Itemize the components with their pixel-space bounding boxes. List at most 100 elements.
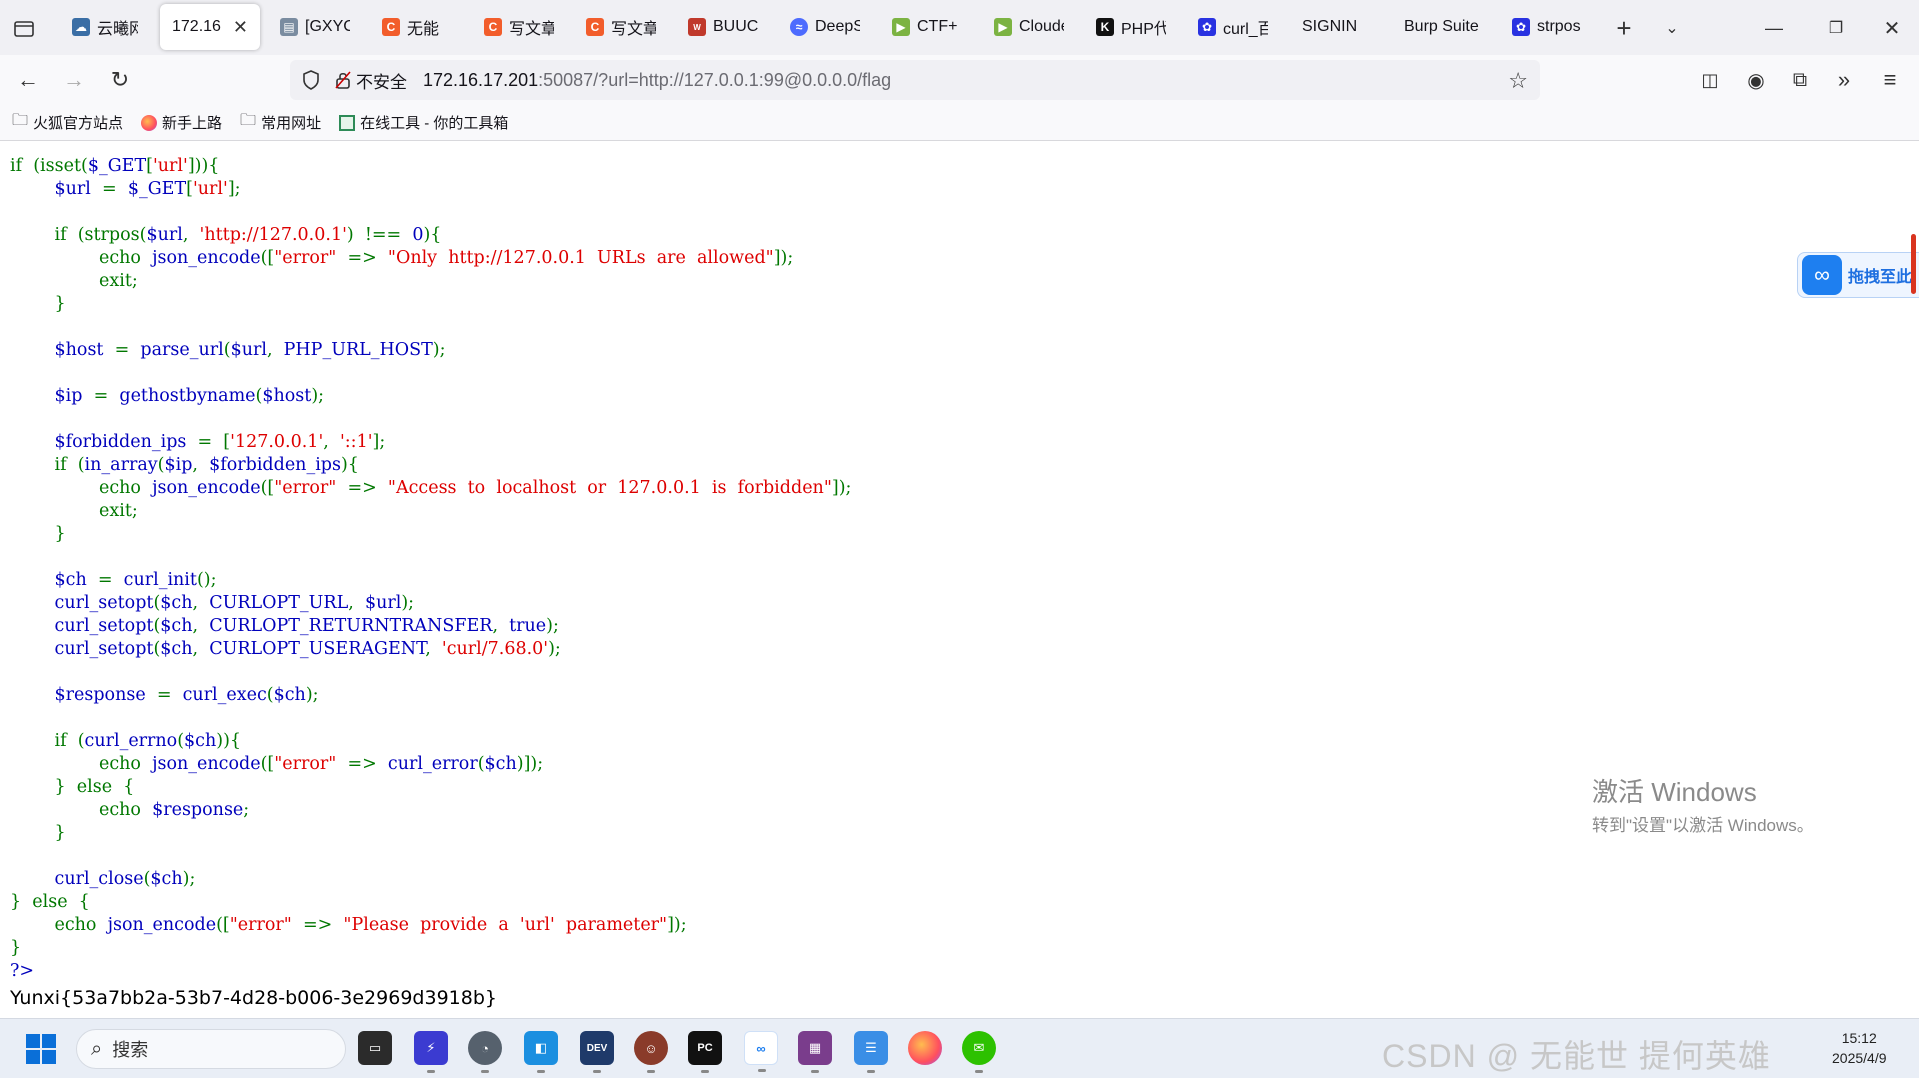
tab-label: SIGNIN	[1302, 18, 1358, 35]
bookmark-getting-started[interactable]: 新手上路	[141, 112, 222, 133]
code-line: echo json_encode(["error" => "Only http:…	[10, 247, 851, 270]
tab-list-button[interactable]	[8, 12, 40, 44]
code-token: $ch	[54, 570, 87, 590]
code-token: );	[432, 340, 446, 360]
restore-button[interactable]: ❐	[1818, 12, 1854, 44]
windows-start-button[interactable]	[26, 1034, 56, 1064]
notepad-app-icon[interactable]: ☰	[854, 1031, 888, 1073]
pocket-icon[interactable]: ◫	[1694, 64, 1726, 96]
code-token: ?>	[10, 961, 35, 981]
bookmark-firefox-official[interactable]: 🗀 火狐官方站点	[12, 109, 123, 136]
code-token: ([	[260, 754, 275, 774]
hamburger-menu-icon[interactable]: ≡	[1874, 64, 1906, 96]
minimize-button[interactable]: —	[1756, 12, 1792, 44]
powertoys-app-icon[interactable]: ◔	[468, 1031, 502, 1073]
explorer-app-icon[interactable]: ▭	[358, 1031, 392, 1065]
firefox-app-icon[interactable]	[908, 1031, 942, 1065]
code-token: $host	[54, 340, 104, 360]
tab-active[interactable]: 172.16.1 ✕	[160, 4, 260, 50]
tab-burp[interactable]: Burp Suite	[1392, 4, 1500, 50]
tab-csdn-2[interactable]: C 写文章	[472, 4, 566, 50]
avatar-app-icon[interactable]: ☺	[634, 1031, 668, 1073]
close-icon[interactable]: ✕	[233, 17, 248, 38]
url-text[interactable]: 172.16.17.201:50087/?url=http://127.0.0.…	[423, 70, 891, 91]
extensions-icon[interactable]: ⧉	[1784, 64, 1816, 96]
scrollbar-thumb[interactable]	[1911, 234, 1916, 294]
code-token: echo	[10, 478, 153, 498]
insecure-lock-icon[interactable]	[334, 70, 352, 90]
forward-button[interactable]: →	[58, 64, 90, 96]
baidu-widget-label: 拖拽至此	[1848, 269, 1913, 286]
tab-php[interactable]: K PHP代	[1084, 4, 1178, 50]
tab-curl-baidu[interactable]: ✿ curl_百	[1186, 4, 1280, 50]
bookmark-common-sites[interactable]: 🗀 常用网址	[240, 109, 321, 136]
insecure-label[interactable]: 不安全	[356, 68, 407, 93]
code-token: $url	[364, 593, 402, 613]
winrar-app-icon[interactable]: ▦	[798, 1031, 832, 1073]
bookmark-online-tools[interactable]: 在线工具 - 你的工具箱	[339, 112, 508, 133]
code-token: );	[548, 639, 561, 659]
code-token: =	[145, 685, 183, 705]
tab-csdn-3[interactable]: C 写文章	[574, 4, 668, 50]
new-tab-button[interactable]: +	[1608, 12, 1640, 44]
tab-strpos[interactable]: ✿ strpos	[1500, 4, 1594, 50]
tab-gxyctf[interactable]: ▤ [GXYC	[268, 4, 362, 50]
code-token: if (strpos(	[10, 225, 147, 245]
tab-label: DeepS	[815, 18, 860, 35]
code-token: $ch	[184, 731, 217, 751]
obs-app-icon[interactable]: ⚡	[414, 1031, 448, 1073]
taskbar-search[interactable]: ⌕ 搜索	[76, 1029, 346, 1069]
wechat-app-icon[interactable]: ✉	[962, 1031, 996, 1073]
tab-label: Cloude	[1019, 18, 1064, 35]
code-token: json_encode	[152, 248, 261, 268]
code-token: $host	[262, 386, 312, 406]
account-icon[interactable]: ◉	[1740, 64, 1772, 96]
code-line: $response = curl_exec($ch);	[10, 684, 851, 707]
devc-app-icon[interactable]: DEV	[580, 1031, 614, 1073]
chevron-down-icon[interactable]: ⌄	[1656, 12, 1688, 44]
code-token: =>	[336, 248, 388, 268]
baidu-paw-icon: ✿	[1198, 18, 1216, 36]
shield-icon[interactable]	[302, 70, 320, 90]
tab-csdn-1[interactable]: C 无能	[370, 4, 464, 50]
back-button[interactable]: ←	[12, 64, 44, 96]
tab-cloude[interactable]: ▶ Cloude	[982, 4, 1076, 50]
code-token: }	[10, 294, 66, 314]
close-window-button[interactable]: ✕	[1874, 12, 1910, 44]
code-token: ){	[423, 225, 442, 245]
code-token: 'url'	[192, 179, 228, 199]
pycharm-app-icon[interactable]: PC	[688, 1031, 722, 1073]
system-clock[interactable]: 15:12 2025/4/9	[1832, 1028, 1887, 1068]
code-token: ,	[348, 593, 365, 613]
baidu-netdisk-app-icon[interactable]: ∞	[744, 1031, 778, 1072]
code-line: $ip = gethostbyname($host);	[10, 385, 851, 408]
code-token: $_GET	[127, 179, 187, 199]
tab-buuctf[interactable]: W BUUCT	[676, 4, 770, 50]
code-line: }	[10, 293, 851, 316]
code-token: );	[401, 593, 415, 613]
activate-windows-watermark: 激活 Windows 转到"设置"以激活 Windows。	[1592, 772, 1814, 836]
tab-signin[interactable]: SIGNIN	[1290, 4, 1384, 50]
url-host: 172.16.17.201	[423, 69, 539, 90]
code-line: echo json_encode(["error" => "Access to …	[10, 477, 851, 500]
tab-label: 172.16.1	[172, 18, 222, 35]
tab-ctfplus[interactable]: ▶ CTF+ b	[880, 4, 974, 50]
reload-button[interactable]: ↻	[104, 64, 136, 96]
tab-deepseek[interactable]: ≈ DeepS	[778, 4, 872, 50]
tab-yunxi[interactable]: ☁ 云曦网	[60, 4, 150, 50]
vscode-app-icon[interactable]: ◧	[524, 1031, 558, 1073]
bookmark-star-icon[interactable]: ☆	[1508, 68, 1528, 94]
code-token: if (isset(	[10, 156, 88, 176]
overflow-menu-icon[interactable]: »	[1828, 64, 1860, 96]
baidu-drag-widget[interactable]: ∞ 拖拽至此	[1797, 252, 1919, 298]
code-line: $host = parse_url($url, PHP_URL_HOST);	[10, 339, 851, 362]
code-token: "Please provide a 'url' parameter"	[343, 915, 668, 935]
folder-icon: 🗀	[12, 112, 29, 129]
address-bar[interactable]: 不安全 172.16.17.201:50087/?url=http://127.…	[290, 60, 1540, 100]
